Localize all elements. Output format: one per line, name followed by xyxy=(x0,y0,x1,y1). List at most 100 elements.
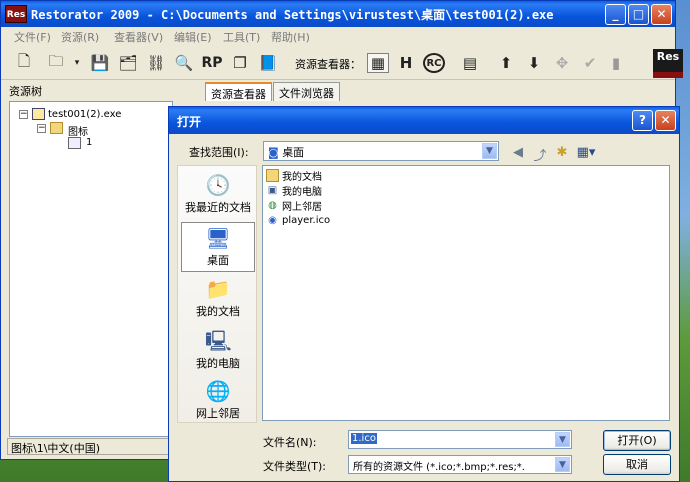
place-recent[interactable]: 🕓 我最近的文档 xyxy=(181,170,255,220)
filename-value: 1.ico xyxy=(351,433,377,444)
tree-collapse-icon[interactable]: − xyxy=(19,110,28,119)
tab-resource-viewer[interactable]: 资源查看器 xyxy=(205,82,272,101)
file-name: 我的文档 xyxy=(282,172,322,183)
filename-label: 文件名(N): xyxy=(263,436,317,449)
help-button[interactable]: ? xyxy=(632,110,653,131)
move-icon[interactable]: ✥ xyxy=(551,53,573,73)
rc-icon[interactable]: RC xyxy=(423,53,445,73)
menu-tools[interactable]: 工具(T) xyxy=(223,29,260,45)
chevron-down-icon[interactable]: ▼ xyxy=(555,432,570,447)
search-icon[interactable]: 🔍 xyxy=(173,53,195,73)
new-folder-icon[interactable]: ✱ xyxy=(553,145,571,162)
app-title-bar[interactable]: Res Restorator 2009 - C:\Documents and S… xyxy=(1,1,675,27)
lookin-value-text: 桌面 xyxy=(282,146,305,159)
lookin-value: ◙ 桌面 xyxy=(268,144,304,160)
menu-edit[interactable]: 编辑(E) xyxy=(174,29,212,45)
filename-dropdown[interactable]: ▼ xyxy=(554,431,571,448)
network-icon: ◍ xyxy=(268,200,277,211)
page-icon[interactable]: ▮ xyxy=(605,53,627,73)
desktop-icon: 🖥 xyxy=(205,226,231,250)
view-menu-icon[interactable]: ▦▾ xyxy=(574,145,598,162)
resource-tree[interactable]: − test001(2).exe − 图标 1 xyxy=(9,101,173,437)
close-button[interactable]: ✕ xyxy=(651,4,672,25)
res-logo: Res xyxy=(653,49,683,78)
computer-icon: ▣ xyxy=(267,185,278,196)
place-recent-label: 我最近的文档 xyxy=(185,201,251,214)
folder-icon: 📁 xyxy=(205,277,231,301)
dialog-close-button[interactable]: ✕ xyxy=(655,110,676,131)
check-icon[interactable]: ✔ xyxy=(579,53,601,73)
chevron-down-icon[interactable]: ▼ xyxy=(482,143,497,159)
tree-collapse-icon[interactable]: − xyxy=(37,124,46,133)
minimize-button[interactable]: _ xyxy=(605,4,626,25)
back-icon[interactable]: ◀ xyxy=(509,145,527,162)
tab-file-browser[interactable]: 文件浏览器 xyxy=(273,82,340,101)
open-file-icon[interactable]: 🗀 xyxy=(45,52,67,73)
cancel-button[interactable]: 取消 xyxy=(603,454,671,475)
menu-viewer[interactable]: 查看器(V) xyxy=(114,29,163,45)
filetype-value: 所有的资源文件 (*.ico;*.bmp;*.res;*. xyxy=(353,462,525,473)
chevron-down-icon[interactable]: ▼ xyxy=(555,457,570,472)
up-folder-icon[interactable]: ⤴ xyxy=(531,145,549,164)
place-desktop-label: 桌面 xyxy=(207,254,229,267)
save-as-icon[interactable]: 🗂 xyxy=(117,53,139,73)
menu-bar: 文件(F) 资源(R) 查看器(V) 编辑(E) 工具(T) 帮助(H) xyxy=(1,27,675,45)
lookin-combo[interactable]: ◙ 桌面 ▼ xyxy=(263,141,499,161)
list-item[interactable]: ▣ 我的电脑 xyxy=(266,183,322,198)
list-item[interactable]: ◉ player.ico xyxy=(266,213,330,228)
network-icon: 🌐 xyxy=(205,379,231,403)
resource-tree-header: 资源树 xyxy=(9,85,42,98)
arrow-down-icon[interactable]: ⬇ xyxy=(523,53,545,73)
tree-icon[interactable]: ⛓ xyxy=(145,53,167,73)
filetype-combo[interactable]: 所有的资源文件 (*.ico;*.bmp;*.res;*. ▼ xyxy=(348,455,572,474)
app-title: Restorator 2009 - C:\Documents and Setti… xyxy=(31,8,554,22)
arrow-up-icon[interactable]: ⬆ xyxy=(495,53,517,73)
file-name: 我的电脑 xyxy=(282,187,322,198)
place-network-label: 网上邻居 xyxy=(196,407,240,420)
file-name: player.ico xyxy=(282,215,331,226)
save-icon[interactable]: 💾 xyxy=(89,53,111,73)
open-button[interactable]: 打开(O) xyxy=(603,430,671,451)
new-file-icon[interactable]: 🗋 xyxy=(13,52,35,73)
file-list[interactable]: 我的文档 ▣ 我的电脑 ◍ 网上邻居 ◉ player.ico xyxy=(262,165,670,421)
computer-icon: 🖳 xyxy=(205,329,232,353)
tree-leaf[interactable]: 1 xyxy=(86,137,92,148)
place-my-computer[interactable]: 🖳 我的电脑 xyxy=(181,326,255,376)
lookin-label: 查找范围(I): xyxy=(189,146,249,159)
binary-view-icon[interactable]: ▤ xyxy=(459,53,481,73)
place-desktop[interactable]: 🖥 桌面 xyxy=(181,222,255,272)
place-my-computer-label: 我的电脑 xyxy=(196,357,240,370)
hex-view-icon[interactable]: H xyxy=(395,53,417,73)
place-network[interactable]: 🌐 网上邻居 xyxy=(181,376,255,426)
list-item[interactable]: 我的文档 xyxy=(266,168,322,183)
menu-file[interactable]: 文件(F) xyxy=(14,29,51,45)
copy-icon[interactable]: ❐ xyxy=(229,53,251,73)
folder-icon xyxy=(266,169,279,182)
status-bar: 图标\1\中文(中国) xyxy=(7,438,175,455)
toolbar: 🗋 🗀 ▾ 💾 🗂 ⛓ 🔍 RP ❐ 📘 资源查看器： ▦ H RC ▤ ⬆ ⬇… xyxy=(1,46,683,80)
file-name: 网上邻居 xyxy=(282,202,322,213)
book-icon[interactable]: 📘 xyxy=(257,53,279,73)
list-item[interactable]: ◍ 网上邻居 xyxy=(266,198,322,213)
maximize-button[interactable]: □ xyxy=(628,4,649,25)
image-view-icon[interactable]: ▦ xyxy=(367,53,389,73)
open-dialog: 打开 ? ✕ 查找范围(I): ◙ 桌面 ▼ ◀ ⤴ ✱ ▦▾ 🕓 我最近的文档… xyxy=(168,106,680,482)
rp-icon[interactable]: RP xyxy=(201,53,223,73)
ico-file-icon: ◉ xyxy=(268,215,277,226)
recent-documents-icon: 🕓 xyxy=(205,173,231,197)
menu-resource[interactable]: 资源(R) xyxy=(61,29,99,45)
folder-icon xyxy=(50,122,63,134)
menu-help[interactable]: 帮助(H) xyxy=(271,29,310,45)
filename-input[interactable]: 1.ico ▼ xyxy=(348,430,572,449)
app-logo-icon: Res xyxy=(5,5,27,23)
tree-root[interactable]: test001(2).exe xyxy=(48,109,121,120)
open-dropdown-icon[interactable]: ▾ xyxy=(71,53,83,73)
dialog-title-bar[interactable]: 打开 ? ✕ xyxy=(169,107,679,134)
place-my-documents[interactable]: 📁 我的文档 xyxy=(181,274,255,324)
viewer-label: 资源查看器： xyxy=(295,58,361,71)
tree-icons-folder[interactable]: 图标 xyxy=(68,123,88,138)
dialog-title: 打开 xyxy=(177,115,202,129)
place-my-documents-label: 我的文档 xyxy=(196,305,240,318)
desktop-icon: ◙ xyxy=(268,146,279,159)
filetype-label: 文件类型(T): xyxy=(263,460,327,473)
